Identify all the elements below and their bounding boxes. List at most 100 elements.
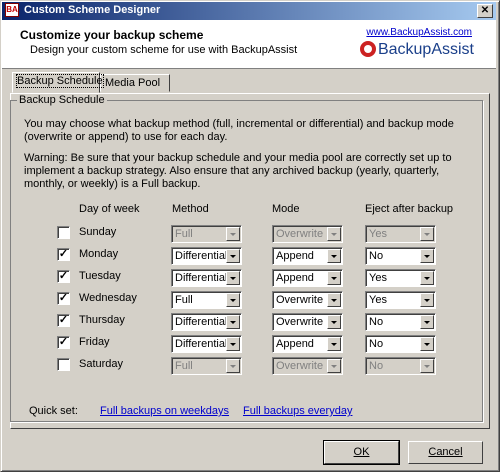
method-select-tuesday[interactable]: Differential (171, 269, 242, 287)
method-select-saturday[interactable]: Full (171, 357, 242, 375)
dropdown-arrow-icon[interactable] (226, 249, 240, 263)
method-value: Full (175, 360, 193, 372)
mode-select-friday[interactable]: Append (272, 335, 343, 353)
dropdown-arrow-icon[interactable] (226, 227, 240, 241)
link-full-everyday[interactable]: Full backups everyday (243, 405, 352, 417)
mode-select-saturday[interactable]: Overwrite (272, 357, 343, 375)
mode-value: Append (276, 338, 314, 350)
eject-value: No (369, 360, 384, 372)
mode-value: Overwrite (276, 294, 324, 306)
day-checkbox-thursday[interactable]: ✓ (57, 314, 70, 327)
day-label-wednesday: Wednesday (79, 292, 137, 304)
mode-value: Append (276, 272, 314, 284)
day-label-tuesday: Tuesday (79, 270, 121, 282)
day-label-friday: Friday (79, 336, 110, 348)
mode-select-monday[interactable]: Append (272, 247, 343, 265)
dropdown-arrow-icon[interactable] (226, 293, 240, 307)
title-bar[interactable]: BA Custom Scheme Designer ✕ (2, 2, 496, 20)
app-icon: BA (5, 3, 19, 17)
column-day-of-week: Day of week (79, 203, 140, 215)
dropdown-arrow-icon[interactable] (327, 227, 341, 241)
dropdown-arrow-icon[interactable] (226, 337, 240, 351)
quickset-label: Quick set: (29, 405, 78, 417)
day-checkbox-sunday[interactable] (57, 226, 70, 239)
day-label-thursday: Thursday (79, 314, 125, 326)
header-title: Customize your backup scheme (20, 28, 204, 42)
method-value: Differential (175, 250, 228, 262)
eject-select-monday[interactable]: No (365, 247, 436, 265)
tab-backup-schedule[interactable]: Backup Schedule (12, 72, 104, 93)
dropdown-arrow-icon[interactable] (420, 227, 434, 241)
mode-select-wednesday[interactable]: Overwrite (272, 291, 343, 309)
dropdown-arrow-icon[interactable] (327, 293, 341, 307)
header-banner: Customize your backup scheme Design your… (2, 20, 496, 69)
method-value: Full (175, 294, 193, 306)
logo-text: BackupAssist (377, 41, 474, 58)
dropdown-arrow-icon[interactable] (420, 293, 434, 307)
backupassist-logo: BackupAssist (359, 41, 474, 59)
logo-mark-icon (359, 41, 376, 57)
website-link[interactable]: www.BackupAssist.com (366, 27, 472, 38)
eject-value: No (369, 316, 384, 328)
dropdown-arrow-icon[interactable] (327, 359, 341, 373)
method-select-thursday[interactable]: Differential (171, 313, 242, 331)
eject-value: No (369, 250, 384, 262)
day-checkbox-friday[interactable]: ✓ (57, 336, 70, 349)
link-full-weekdays[interactable]: Full backups on weekdays (100, 405, 229, 417)
day-label-sunday: Sunday (79, 226, 117, 238)
day-checkbox-saturday[interactable] (57, 358, 70, 371)
header-subtitle: Design your custom scheme for use with B… (30, 44, 298, 56)
mode-select-tuesday[interactable]: Append (272, 269, 343, 287)
column-eject: Eject after backup (365, 203, 454, 215)
eject-select-tuesday[interactable]: Yes (365, 269, 436, 287)
tab-media-pool[interactable]: Media Pool (100, 74, 170, 92)
day-checkbox-tuesday[interactable]: ✓ (57, 270, 70, 283)
method-select-monday[interactable]: Differential (171, 247, 242, 265)
method-value: Differential (175, 272, 228, 284)
method-select-sunday[interactable]: Full (171, 225, 242, 243)
eject-select-friday[interactable]: No (365, 335, 436, 353)
mode-value: Overwrite (276, 228, 324, 240)
group-label: Backup Schedule (17, 94, 107, 106)
dropdown-arrow-icon[interactable] (327, 337, 341, 351)
eject-select-wednesday[interactable]: Yes (365, 291, 436, 309)
intro-text: You may choose what backup method (full,… (24, 118, 454, 143)
mode-select-sunday[interactable]: Overwrite (272, 225, 343, 243)
eject-value: Yes (369, 272, 387, 284)
mode-value: Overwrite (276, 360, 324, 372)
dropdown-arrow-icon[interactable] (420, 249, 434, 263)
dropdown-arrow-icon[interactable] (327, 315, 341, 329)
warning-text: Warning: Be sure that your backup schedu… (24, 152, 452, 190)
method-value: Full (175, 228, 193, 240)
eject-value: Yes (369, 228, 387, 240)
dropdown-arrow-icon[interactable] (327, 249, 341, 263)
dropdown-arrow-icon[interactable] (420, 337, 434, 351)
day-checkbox-wednesday[interactable]: ✓ (57, 292, 70, 305)
eject-select-sunday[interactable]: Yes (365, 225, 436, 243)
column-mode: Mode (272, 203, 300, 215)
cancel-button[interactable]: Cancel (408, 441, 483, 464)
method-value: Differential (175, 338, 228, 350)
mode-value: Append (276, 250, 314, 262)
eject-value: No (369, 338, 384, 350)
eject-select-thursday[interactable]: No (365, 313, 436, 331)
window-title: Custom Scheme Designer (24, 4, 161, 16)
dropdown-arrow-icon[interactable] (420, 359, 434, 373)
dropdown-arrow-icon[interactable] (420, 315, 434, 329)
day-label-monday: Monday (79, 248, 119, 260)
method-select-wednesday[interactable]: Full (171, 291, 242, 309)
dropdown-arrow-icon[interactable] (226, 359, 240, 373)
dropdown-arrow-icon[interactable] (226, 271, 240, 285)
method-select-friday[interactable]: Differential (171, 335, 242, 353)
mode-value: Overwrite (276, 316, 324, 328)
close-icon[interactable]: ✕ (477, 4, 493, 18)
column-method: Method (172, 203, 209, 215)
dropdown-arrow-icon[interactable] (420, 271, 434, 285)
dropdown-arrow-icon[interactable] (226, 315, 240, 329)
dropdown-arrow-icon[interactable] (327, 271, 341, 285)
eject-select-saturday[interactable]: No (365, 357, 436, 375)
ok-button[interactable]: OK (323, 440, 400, 465)
mode-select-thursday[interactable]: Overwrite (272, 313, 343, 331)
eject-value: Yes (369, 294, 387, 306)
day-checkbox-monday[interactable]: ✓ (57, 248, 70, 261)
